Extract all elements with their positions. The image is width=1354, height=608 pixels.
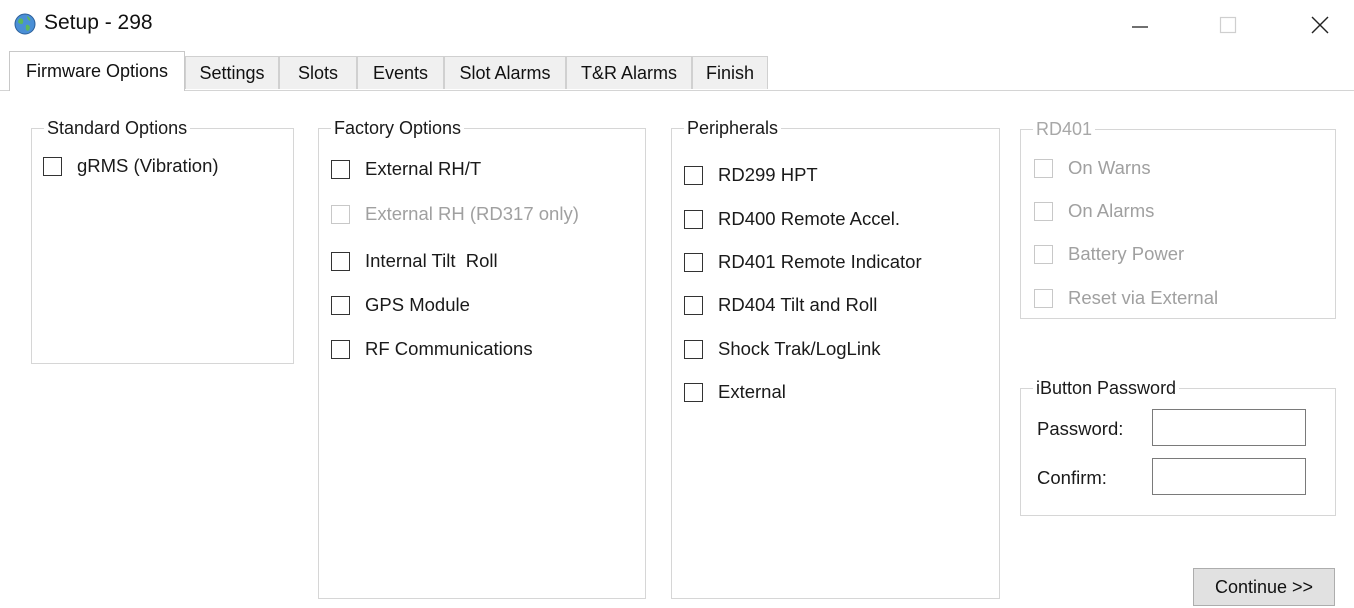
- ibutton-password-group: iButton Password: [1020, 378, 1336, 516]
- confirm-label: Confirm:: [1037, 467, 1107, 488]
- checkbox-box[interactable]: [684, 295, 703, 315]
- checkbox-rd404-tilt-and-roll[interactable]: RD404 Tilt and Roll: [684, 294, 877, 316]
- window-title: Setup - 298: [44, 11, 153, 34]
- checkbox-label: External: [718, 381, 786, 402]
- factory-options-legend: Factory Options: [334, 118, 462, 138]
- checkbox-battery-power: Battery Power: [1034, 243, 1184, 265]
- rd401-legend: RD401: [1036, 119, 1093, 139]
- tab-events[interactable]: Events: [357, 56, 444, 89]
- checkbox-rd401-remote-indicator[interactable]: RD401 Remote Indicator: [684, 251, 922, 273]
- checkbox-label: External RH (RD317 only): [365, 203, 579, 224]
- checkbox-box[interactable]: [684, 339, 703, 359]
- tabstrip-border: [0, 90, 1354, 91]
- tab-slots[interactable]: Slots: [279, 56, 357, 89]
- checkbox-label: gRMS (Vibration): [77, 155, 219, 176]
- maximize-button[interactable]: [1198, 0, 1258, 50]
- checkbox-internal-tilt-roll[interactable]: Internal Tilt Roll: [331, 250, 498, 272]
- checkbox-label: Reset via External: [1068, 287, 1219, 308]
- close-button[interactable]: [1290, 0, 1350, 50]
- checkbox-label: RD401 Remote Indicator: [718, 251, 922, 272]
- tab-firmware-options[interactable]: Firmware Options: [9, 51, 185, 91]
- checkbox-box: [1034, 158, 1053, 178]
- minimize-icon: [1132, 26, 1148, 28]
- password-field[interactable]: [1152, 409, 1306, 446]
- checkbox-box[interactable]: [331, 251, 350, 271]
- checkbox-box[interactable]: [684, 252, 703, 272]
- checkbox-external-rh-rd317: External RH (RD317 only): [331, 203, 579, 225]
- globe-app-icon: [14, 13, 36, 35]
- close-icon: [1311, 16, 1329, 34]
- checkbox-grms-vibration[interactable]: gRMS (Vibration): [43, 155, 219, 177]
- confirm-password-field[interactable]: [1152, 458, 1306, 495]
- standard-options-legend: Standard Options: [47, 118, 188, 138]
- password-label: Password:: [1037, 418, 1124, 439]
- checkbox-box[interactable]: [331, 339, 350, 359]
- checkbox-on-alarms: On Alarms: [1034, 200, 1154, 222]
- checkbox-label: GPS Module: [365, 294, 470, 315]
- checkbox-box: [1034, 201, 1053, 221]
- tab-tr-alarms[interactable]: T&R Alarms: [566, 56, 692, 89]
- maximize-icon: [1219, 16, 1237, 34]
- tab-slot-alarms[interactable]: Slot Alarms: [444, 56, 566, 89]
- checkbox-box[interactable]: [331, 295, 350, 315]
- checkbox-label: External RH/T: [365, 158, 482, 179]
- tab-settings[interactable]: Settings: [185, 56, 279, 89]
- checkbox-box[interactable]: [684, 209, 703, 229]
- checkbox-label: Shock Trak/LogLink: [718, 338, 881, 359]
- ibutton-password-legend: iButton Password: [1036, 378, 1177, 398]
- checkbox-label: RD404 Tilt and Roll: [718, 294, 878, 315]
- checkbox-label: RD299 HPT: [718, 164, 818, 185]
- checkbox-label: RF Communications: [365, 338, 533, 359]
- checkbox-rd400-remote-accel[interactable]: RD400 Remote Accel.: [684, 208, 900, 230]
- continue-button[interactable]: Continue >>: [1193, 568, 1335, 606]
- title-bar: Setup - 298: [0, 0, 1354, 50]
- peripherals-legend: Peripherals: [687, 118, 779, 138]
- checkbox-external-rht[interactable]: External RH/T: [331, 158, 481, 180]
- checkbox-label: On Warns: [1068, 157, 1151, 178]
- tab-finish[interactable]: Finish: [692, 56, 768, 89]
- checkbox-label: On Alarms: [1068, 200, 1155, 221]
- checkbox-reset-via-external: Reset via External: [1034, 287, 1218, 309]
- checkbox-box[interactable]: [684, 165, 703, 185]
- minimize-button[interactable]: [1110, 0, 1170, 50]
- checkbox-label: Internal Tilt Roll: [365, 250, 498, 271]
- checkbox-box: [1034, 244, 1053, 264]
- checkbox-box: [1034, 288, 1053, 308]
- checkbox-box[interactable]: [331, 159, 350, 179]
- checkbox-shocktrak-loglink[interactable]: Shock Trak/LogLink: [684, 338, 880, 360]
- checkbox-box[interactable]: [43, 156, 62, 176]
- setup-window: Setup - 298 Firmware Options Settings Sl…: [0, 0, 1354, 608]
- checkbox-box[interactable]: [684, 382, 703, 402]
- checkbox-label: RD400 Remote Accel.: [718, 208, 901, 229]
- checkbox-box: [331, 204, 350, 224]
- checkbox-rd299-hpt[interactable]: RD299 HPT: [684, 164, 818, 186]
- checkbox-external[interactable]: External: [684, 381, 786, 403]
- checkbox-gps-module[interactable]: GPS Module: [331, 294, 470, 316]
- checkbox-on-warns: On Warns: [1034, 157, 1151, 179]
- checkbox-rf-communications[interactable]: RF Communications: [331, 338, 533, 360]
- checkbox-label: Battery Power: [1068, 243, 1185, 264]
